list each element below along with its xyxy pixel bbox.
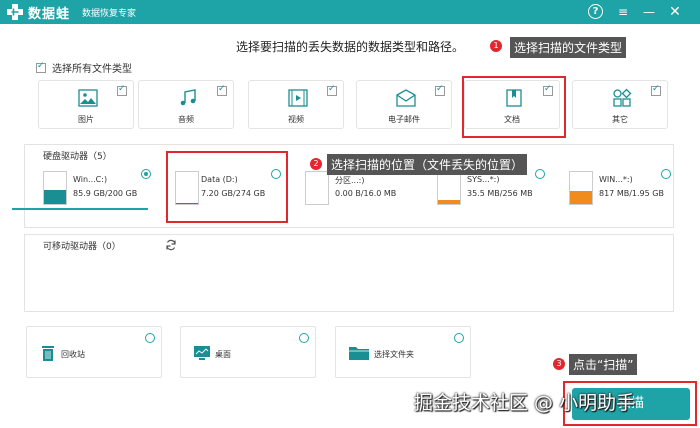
type-card-other[interactable]: 其它 — [572, 80, 668, 129]
drive-size: 0.00 B/16.0 MB — [335, 189, 397, 198]
type-checkbox[interactable] — [435, 84, 445, 96]
help-icon[interactable]: ? — [588, 4, 603, 19]
logo-icon — [7, 4, 23, 20]
drive-radio[interactable] — [535, 169, 545, 179]
type-checkbox[interactable] — [327, 84, 337, 96]
drive-item[interactable]: WIN...*:) 817 MB/1.95 GB — [555, 167, 677, 211]
location-radio[interactable] — [454, 333, 464, 343]
type-label: 图片 — [78, 115, 94, 124]
drive-size: 85.9 GB/200 GB — [73, 189, 138, 198]
music-icon — [180, 89, 196, 106]
location-radio[interactable] — [145, 333, 155, 343]
type-card-image[interactable]: 图片 — [38, 80, 134, 129]
removable-drives-title: 可移动驱动器（0） — [43, 242, 121, 252]
recycle-bin-icon — [42, 346, 54, 361]
drive-usage-fill — [570, 190, 592, 204]
type-label: 音频 — [178, 115, 194, 124]
selected-drive-indicator — [12, 208, 148, 210]
app-slogan: 数据恢复专家 — [82, 9, 137, 19]
location-select-folder[interactable]: 选择文件夹 — [335, 326, 471, 378]
menu-icon[interactable]: ≡ — [614, 3, 632, 21]
type-checkbox[interactable] — [117, 84, 127, 96]
removable-drives-panel: 可移动驱动器（0） — [24, 234, 674, 312]
image-icon — [78, 89, 98, 107]
drive-radio[interactable] — [141, 169, 151, 179]
location-label: 桌面 — [215, 350, 231, 359]
drive-size: 817 MB/1.95 GB — [599, 189, 664, 198]
drive-size: 35.5 MB/256 MB — [467, 189, 533, 198]
other-icon — [613, 88, 632, 107]
title-bar: 数据蛙 数据恢复专家 ? ≡ — ✕ — [0, 0, 700, 24]
type-card-audio[interactable]: 音频 — [138, 80, 234, 129]
app-name: 数据蛙 — [28, 7, 71, 22]
instruction-text: 选择要扫描的丢失数据的数据类型和路径。 — [236, 40, 465, 54]
drive-name: Win...C:) — [73, 175, 108, 184]
step-badge-2: 2 — [310, 158, 322, 170]
desktop-icon — [194, 346, 210, 360]
close-icon[interactable]: ✕ — [666, 3, 684, 21]
highlight-box-drive — [166, 151, 288, 223]
refresh-icon[interactable] — [165, 239, 177, 251]
minimize-icon[interactable]: — — [640, 3, 658, 21]
callout-2: 选择扫描的位置（文件丢失的位置） — [327, 154, 528, 175]
hard-drives-title: 硬盘驱动器（5） — [43, 152, 112, 162]
type-label: 其它 — [612, 115, 628, 124]
type-checkbox[interactable] — [651, 84, 661, 96]
select-all-types[interactable]: 选择所有文件类型 — [36, 60, 132, 75]
select-all-checkbox[interactable] — [36, 61, 46, 73]
location-label: 回收站 — [61, 350, 85, 359]
drive-name: SYS...*:) — [467, 175, 500, 184]
type-label: 电子邮件 — [388, 115, 420, 124]
drive-icon — [569, 171, 593, 205]
location-desktop[interactable]: 桌面 — [180, 326, 316, 378]
drive-item[interactable]: Win...C:) 85.9 GB/200 GB — [29, 167, 151, 211]
folder-icon — [349, 347, 369, 360]
location-radio[interactable] — [299, 333, 309, 343]
drive-radio[interactable] — [661, 169, 671, 179]
type-card-video[interactable]: 视频 — [248, 80, 344, 129]
drive-name: 分区...:) — [335, 176, 365, 185]
drive-icon — [437, 171, 461, 205]
type-card-email[interactable]: 电子邮件 — [356, 80, 452, 129]
step-badge-3: 3 — [553, 358, 565, 370]
select-all-label: 选择所有文件类型 — [52, 64, 132, 75]
location-recycle-bin[interactable]: 回收站 — [26, 326, 162, 378]
type-label: 视频 — [288, 115, 304, 124]
watermark-text: 掘金技术社区 @ 小明助手 — [414, 392, 636, 414]
drive-usage-fill — [44, 190, 66, 204]
callout-1: 选择扫描的文件类型 — [510, 37, 627, 58]
highlight-box-types — [462, 76, 566, 138]
video-icon — [288, 89, 308, 107]
callout-3: 点击“扫描” — [569, 354, 638, 375]
email-icon — [396, 89, 416, 107]
type-checkbox[interactable] — [217, 84, 227, 96]
drive-name: WIN...*:) — [599, 175, 633, 184]
drive-icon — [305, 171, 329, 205]
location-label: 选择文件夹 — [374, 350, 414, 359]
drive-usage-fill — [438, 199, 460, 204]
step-badge-1: 1 — [490, 40, 502, 52]
drive-icon — [43, 171, 67, 205]
